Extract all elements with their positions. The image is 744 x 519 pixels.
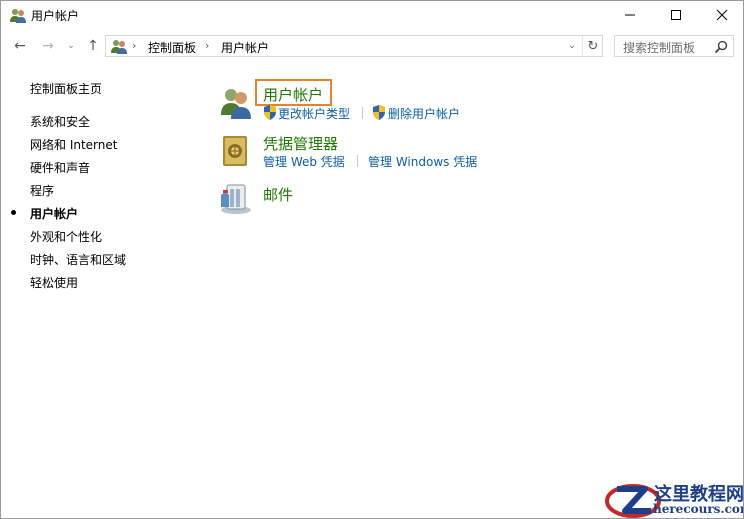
link-divider bbox=[357, 155, 358, 167]
sidebar-item-appearance[interactable]: 外观和个性化 bbox=[30, 228, 102, 245]
maximize-button[interactable] bbox=[653, 1, 699, 29]
address-bar[interactable]: › 控制面板 › 用户帐户 ⌄ ↻ bbox=[105, 35, 603, 57]
navigation-bar: ← → ⌄ ↑ › 控制面板 › 用户帐户 ⌄ ↻ 搜索控制面板 bbox=[1, 31, 743, 61]
address-dropdown-button[interactable]: ⌄ bbox=[564, 37, 580, 55]
minimize-button[interactable] bbox=[607, 1, 653, 29]
maximize-icon bbox=[671, 10, 681, 20]
arrow-up-icon: ↑ bbox=[87, 38, 99, 54]
sidebar-item-clock-language-region[interactable]: 时钟、语言和区域 bbox=[30, 251, 126, 268]
link-divider bbox=[362, 107, 363, 119]
minimize-icon bbox=[625, 14, 635, 16]
title-bar[interactable]: 用户帐户 bbox=[1, 1, 743, 29]
search-icon[interactable] bbox=[713, 39, 729, 55]
users-icon bbox=[111, 40, 127, 54]
search-placeholder: 搜索控制面板 bbox=[623, 41, 696, 55]
control-panel-window: 用户帐户 ← → ⌄ ↑ › 控制面板 › 用户帐户 ⌄ ↻ 搜索控制面板 控制… bbox=[0, 0, 744, 519]
users-icon bbox=[10, 9, 26, 23]
watermark-url: herecours.com bbox=[653, 502, 744, 516]
chevron-down-icon: ⌄ bbox=[568, 41, 576, 51]
sidebar-item-network-internet[interactable]: 网络和 Internet bbox=[30, 136, 117, 153]
category-mail[interactable]: 邮件 bbox=[263, 184, 293, 205]
sidebar-item-control-panel-home[interactable]: 控制面板主页 bbox=[30, 80, 102, 97]
category-user-accounts[interactable]: 用户帐户 bbox=[263, 84, 323, 105]
refresh-button[interactable]: ↻ bbox=[582, 36, 603, 56]
sidebar-item-hardware-sound[interactable]: 硬件和声音 bbox=[30, 159, 90, 176]
vault-icon[interactable] bbox=[219, 134, 253, 168]
sidebar-item-user-accounts[interactable]: 用户帐户 bbox=[30, 205, 78, 222]
up-button[interactable]: ↑ bbox=[83, 36, 103, 56]
close-button[interactable] bbox=[699, 1, 743, 29]
arrow-left-icon: ← bbox=[14, 38, 26, 54]
sidebar-item-programs[interactable]: 程序 bbox=[30, 182, 54, 199]
sidebar-item-ease-of-access[interactable]: 轻松使用 bbox=[30, 274, 78, 291]
arrow-right-icon: → bbox=[42, 38, 54, 54]
remove-user-accounts-link[interactable]: 删除用户帐户 bbox=[388, 105, 460, 122]
chevron-down-icon: ⌄ bbox=[67, 41, 75, 51]
breadcrumb-separator[interactable]: › bbox=[205, 39, 209, 52]
uac-shield-icon bbox=[373, 105, 385, 120]
sidebar-item-system-security[interactable]: 系统和安全 bbox=[30, 113, 90, 130]
refresh-icon: ↻ bbox=[587, 38, 599, 54]
breadcrumb-user-accounts[interactable]: 用户帐户 bbox=[221, 39, 269, 56]
search-input[interactable]: 搜索控制面板 bbox=[614, 35, 734, 57]
change-account-type-link[interactable]: 更改帐户类型 bbox=[278, 105, 350, 122]
back-button[interactable]: ← bbox=[10, 36, 30, 56]
category-credential-manager[interactable]: 凭据管理器 bbox=[263, 133, 338, 154]
window-title: 用户帐户 bbox=[31, 9, 80, 23]
mail-icon[interactable] bbox=[219, 181, 253, 215]
uac-shield-icon bbox=[264, 105, 276, 120]
active-item-bullet bbox=[11, 210, 16, 215]
users-icon[interactable] bbox=[219, 85, 253, 119]
forward-button[interactable]: → bbox=[38, 36, 58, 56]
recent-locations-button[interactable]: ⌄ bbox=[64, 36, 78, 56]
manage-windows-credentials-link[interactable]: 管理 Windows 凭据 bbox=[368, 153, 477, 170]
breadcrumb-separator[interactable]: › bbox=[132, 39, 136, 52]
breadcrumb-control-panel[interactable]: 控制面板 bbox=[148, 39, 196, 56]
close-icon bbox=[716, 9, 728, 21]
manage-web-credentials-link[interactable]: 管理 Web 凭据 bbox=[263, 153, 345, 170]
